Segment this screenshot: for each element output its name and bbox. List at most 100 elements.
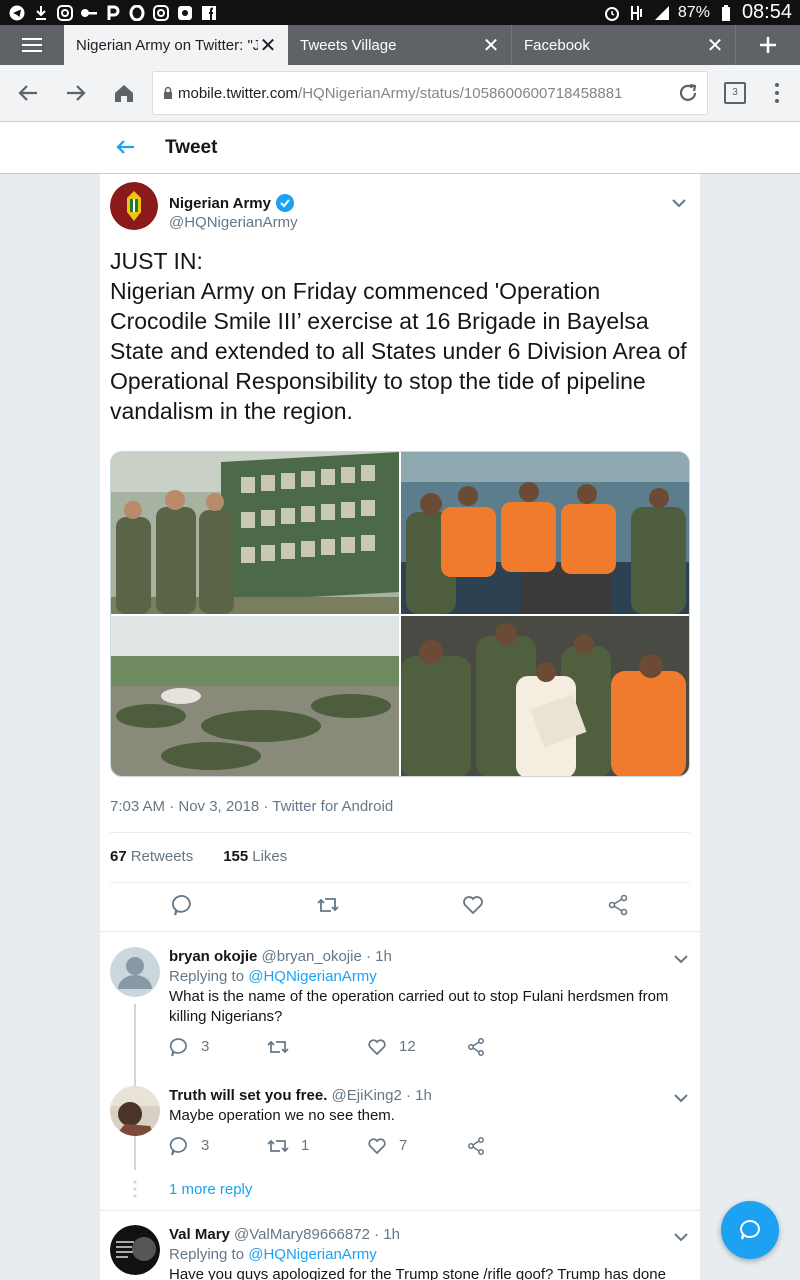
telegram-icon [8,5,26,21]
chevron-down-icon[interactable] [671,195,687,213]
browser-tab[interactable]: Tweets Village ✕ [288,25,512,65]
reply-icon [169,1137,187,1156]
reply-text: What is the name of the operation carrie… [169,988,669,1025]
tweet-photo[interactable] [111,616,399,776]
share-icon[interactable] [607,894,629,921]
tweet-photo[interactable] [401,452,689,614]
thread-line [134,1140,136,1170]
reply-retweet[interactable]: 1 [267,1136,309,1156]
replying-to-link[interactable]: @HQNigerianArmy [248,1246,377,1263]
reply-like[interactable]: 12 [367,1037,416,1057]
retweets-stat[interactable]: 67 Retweets [110,848,193,865]
tweet-photo[interactable] [111,452,399,614]
p-icon [104,5,122,21]
retweets-label: Retweets [130,848,194,865]
browser-tab-active[interactable]: Nigerian Army on Twitter: "JUST IN: ✕ [64,25,288,65]
url-host: mobile.twitter.com [178,84,299,102]
replying-to-link[interactable]: @HQNigerianArmy [248,968,377,985]
author-name[interactable]: Nigerian Army [169,195,271,212]
tab-title: Facebook [524,36,590,54]
avatar[interactable] [110,182,158,230]
tweet-media-grid [110,451,690,777]
new-tab-button[interactable] [736,25,800,65]
reply-text: Maybe operation we no see them. [169,1107,395,1124]
author-handle[interactable]: @HQNigerianArmy [169,214,298,231]
key-icon [80,5,98,21]
replying-label: Replying to [169,968,245,985]
compose-button[interactable] [721,1201,779,1259]
share-icon [468,1038,484,1056]
heart-icon [368,1039,386,1056]
instagram-icon [152,4,170,21]
likes-stat[interactable]: 155 Likes [223,848,287,865]
reply-author-name[interactable]: Val Mary [169,1226,230,1243]
chevron-down-icon[interactable] [673,1229,689,1247]
page-title: Tweet [165,137,218,158]
reload-icon[interactable] [677,82,699,108]
reply-icon[interactable] [172,894,194,921]
retweet-icon [267,1040,289,1054]
forward-button[interactable] [52,69,100,117]
home-button[interactable] [100,69,148,117]
tweet-actions [110,894,690,922]
reply-reply[interactable]: 3 [169,1136,209,1156]
reply-actions: 3 1 7 [169,1136,679,1160]
tweet-column: Nigerian Army @HQNigerianArmy JUST IN: N… [100,174,700,1280]
battery-percent: 87% [677,3,710,21]
plus-icon [760,37,776,53]
reply-share[interactable] [466,1136,486,1156]
opera-icon [128,4,146,21]
signal-icon [653,5,671,21]
share-icon [468,1137,484,1155]
tweet-text-body: Nigerian Army on Friday commenced 'Opera… [110,278,687,424]
reply-share[interactable] [466,1037,486,1057]
dotted-thread-icon [133,1180,137,1207]
back-button[interactable] [4,69,52,117]
retweet-count: 1 [301,1137,310,1154]
arrow-left-icon [18,85,37,101]
status-bar: 87% 08:54 [0,0,800,25]
download-icon [32,5,50,21]
avatar[interactable] [110,947,160,997]
divider [110,832,690,833]
tweet-stats: 67 Retweets 155 Likes [110,848,287,865]
browser-tab[interactable]: Facebook ✕ [512,25,736,65]
arrow-right-icon [67,85,86,101]
tweet-timestamp[interactable]: 7:03 AM · Nov 3, 2018 · Twitter for Andr… [110,798,393,815]
close-tab-icon[interactable]: ✕ [481,33,501,58]
likes-count: 155 [223,848,249,865]
tab-switcher-button[interactable]: 3 [724,82,746,104]
like-count: 7 [399,1137,408,1154]
avatar[interactable] [110,1086,160,1136]
tab-menu-button[interactable] [0,25,64,65]
back-arrow-icon[interactable] [114,136,136,163]
avatar[interactable] [110,1225,160,1275]
reply-author-handle[interactable]: @bryan_okojie · 1h [262,948,392,965]
notification-icons [8,4,218,21]
heart-icon[interactable] [462,894,484,921]
chevron-down-icon[interactable] [673,1090,689,1108]
tweet-text: JUST IN: Nigerian Army on Friday commenc… [110,246,690,426]
reply-author-name[interactable]: bryan okojie [169,948,257,965]
likes-label: Likes [252,848,288,865]
hamburger-icon [22,38,42,52]
more-options-icon[interactable] [775,83,781,107]
reply-like[interactable]: 7 [367,1136,407,1156]
chevron-down-icon[interactable] [673,951,689,969]
reply-text: Have you guys apologized for the Trump s… [169,1266,666,1280]
retweet-icon [267,1139,289,1153]
address-bar[interactable]: mobile.twitter.com/HQNigerianArmy/status… [152,71,708,115]
facebook-icon [200,5,218,21]
tweet-photo[interactable] [401,616,689,776]
close-tab-icon[interactable]: ✕ [705,33,725,58]
reply-reply[interactable]: 3 [169,1037,209,1057]
retweet-icon[interactable] [316,894,340,921]
alarm-icon [603,5,621,21]
reply-author-name[interactable]: Truth will set you free. [169,1087,327,1104]
reply-author-handle[interactable]: @ValMary89666872 · 1h [234,1226,400,1243]
close-tab-icon[interactable]: ✕ [258,33,278,58]
more-replies-link[interactable]: 1 more reply [169,1181,252,1198]
retweets-count: 67 [110,848,127,865]
reply-author-handle[interactable]: @EjiKing2 · 1h [332,1087,432,1104]
reply-retweet[interactable] [267,1037,301,1057]
